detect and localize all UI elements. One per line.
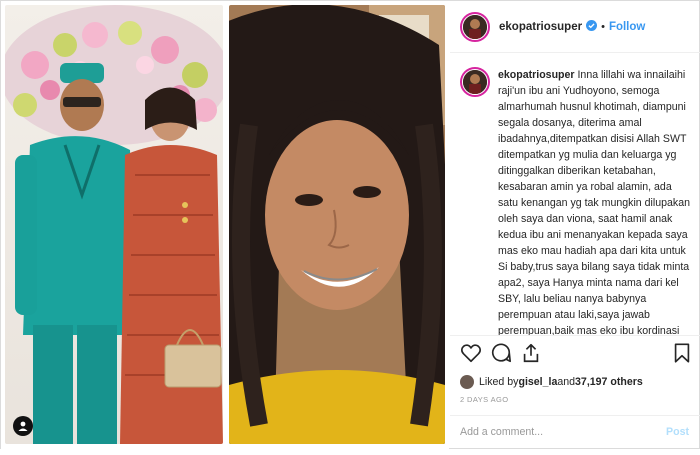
post-photo-couple xyxy=(5,5,223,444)
share-icon[interactable] xyxy=(520,342,542,364)
caption-username[interactable]: ekopatriosuper xyxy=(498,69,575,81)
post-sidebar: ekopatriosuper • Follow ekopatriosuper I… xyxy=(450,1,700,450)
likes-count[interactable]: 37,197 others xyxy=(575,376,643,388)
likes-summary: Liked by gisel_la and 37,197 others xyxy=(460,372,692,392)
liker-username[interactable]: gisel_la xyxy=(518,376,557,388)
user-tag-icon[interactable] xyxy=(13,416,33,436)
post-media[interactable] xyxy=(1,1,449,450)
caption-author-avatar[interactable] xyxy=(460,67,490,97)
likes-and: and xyxy=(557,376,576,388)
caption-text-block: ekopatriosuper Inna lillahi wa innailaih… xyxy=(498,67,691,335)
author-username[interactable]: ekopatriosuper xyxy=(499,21,582,33)
post-photo-selfie xyxy=(229,5,445,444)
verified-badge-icon xyxy=(586,18,598,36)
couple-photo-image xyxy=(5,5,223,444)
heart-icon[interactable] xyxy=(460,342,482,364)
likes-prefix: Liked by xyxy=(479,376,519,388)
liker-avatar[interactable] xyxy=(460,375,474,389)
follow-button[interactable]: Follow xyxy=(609,21,645,33)
caption-body: Inna lillahi wa innailaihi raji'un ibu a… xyxy=(498,69,690,335)
post-timestamp[interactable]: 2 DAYS AGO xyxy=(460,395,508,404)
post-header: ekopatriosuper • Follow xyxy=(450,1,700,53)
action-icons-row xyxy=(460,342,692,366)
comment-input[interactable] xyxy=(460,426,650,438)
bookmark-icon[interactable] xyxy=(671,342,693,364)
post-comment-button[interactable]: Post xyxy=(666,426,689,438)
selfie-photo-image xyxy=(229,5,445,444)
post-actions: Liked by gisel_la and 37,197 others 2 DA… xyxy=(450,335,700,455)
instagram-post-modal: ekopatriosuper • Follow ekopatriosuper I… xyxy=(0,0,700,450)
caption-section: ekopatriosuper Inna lillahi wa innailaih… xyxy=(450,53,700,335)
author-avatar[interactable] xyxy=(460,11,490,42)
comment-icon[interactable] xyxy=(490,342,512,364)
header-separator: • xyxy=(601,20,605,33)
comment-bar: Post xyxy=(450,415,700,451)
